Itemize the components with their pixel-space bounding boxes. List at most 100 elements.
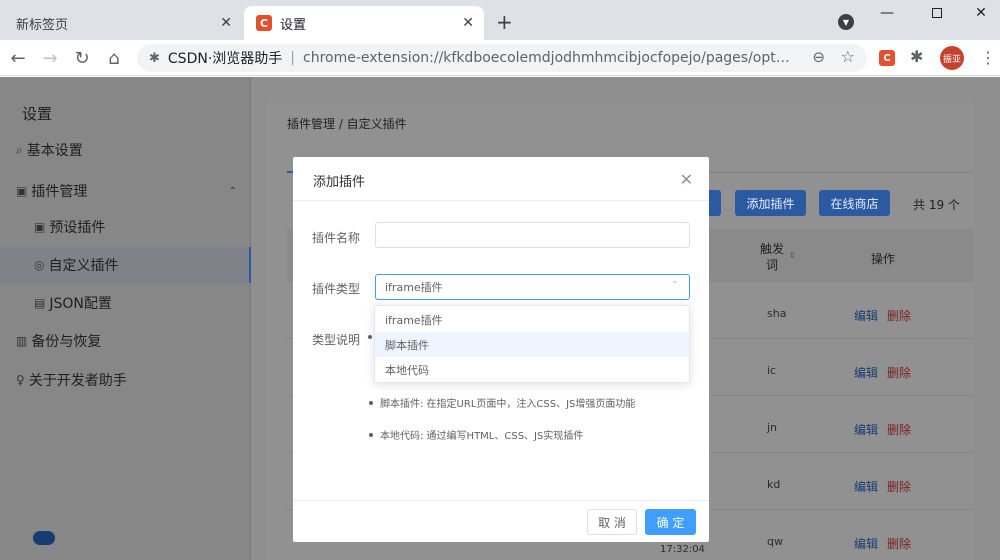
json-icon: ▤ [34, 296, 46, 310]
sidebar-item-label: 预设插件 [49, 220, 106, 236]
reload-icon[interactable]: ↻ [70, 46, 94, 70]
bulb-icon: ♀ [16, 373, 25, 387]
cancel-button[interactable]: 取 消 [587, 509, 637, 535]
bullet [368, 335, 372, 339]
row-time: 17:32:04 [660, 544, 705, 555]
close-icon[interactable]: ✕ [680, 170, 693, 189]
sidebar-item-about[interactable]: ♀ 关于开发者助手 [0, 362, 251, 398]
sidebar-item-basic-settings[interactable]: ⌕ 基本设置 [0, 132, 251, 168]
url-text: chrome-extension://kfkdboecolemdjodhmhmc… [303, 50, 793, 66]
delete-link[interactable]: 删除 [887, 307, 911, 324]
sidebar-item-label: JSON配置 [49, 296, 112, 312]
bookmark-star-icon[interactable]: ☆ [841, 47, 855, 66]
breadcrumb: 插件管理 / 自定义插件 [287, 117, 407, 131]
minimize-icon[interactable]: — [864, 2, 910, 24]
delete-link[interactable]: 删除 [887, 364, 911, 381]
home-icon[interactable]: ⌂ [102, 46, 126, 70]
plugin-icon: ▣ [16, 184, 28, 198]
sort-icon[interactable]: ⇕ [789, 251, 796, 260]
divider [293, 200, 709, 201]
edit-link[interactable]: 编辑 [854, 535, 878, 552]
sidebar-title: 设置 [22, 105, 53, 123]
zoom-icon[interactable]: ⊖ [812, 48, 825, 66]
preset-icon: ▣ [34, 220, 46, 234]
divider: | [290, 50, 295, 66]
csdn-favicon-icon: C [256, 15, 272, 31]
description-item: 本地代码: 通过编写HTML、CSS、JS实现插件 [369, 427, 689, 442]
plugin-name-input[interactable] [375, 222, 690, 248]
sidebar-item-backup-restore[interactable]: ▥ 备份与恢复 [0, 323, 251, 359]
maximize-icon[interactable] [914, 2, 960, 24]
tab-settings[interactable]: C 设置 ✕ [244, 6, 484, 40]
sidebar-item-preset-plugins[interactable]: ▣ 预设插件 [0, 209, 251, 245]
browser-toolbar: ← → ↻ ⌂ ✱ CSDN·浏览器助手 | chrome-extension:… [0, 40, 1000, 76]
extension-puzzle-icon: ✱ [149, 50, 160, 66]
globe-icon: ◎ [34, 258, 45, 272]
total-count: 共 19 个 [913, 198, 960, 212]
backup-icon: ▥ [16, 334, 28, 348]
add-plugin-button[interactable]: 添加插件 [735, 190, 806, 216]
chevron-up-icon: ⌃ [228, 185, 237, 197]
sidebar-item-custom-plugins[interactable]: ◎ 自定义插件 [0, 247, 251, 283]
table-row-trigger: kd [767, 478, 781, 491]
sidebar-item-label: 关于开发者助手 [28, 373, 127, 389]
edit-link[interactable]: 编辑 [854, 364, 878, 381]
dropdown-option[interactable]: iframe插件 [375, 307, 689, 332]
description-text: 脚本插件: 在指定URL页面中，注入CSS、JS增强页面功能 [380, 399, 636, 410]
divider [293, 500, 709, 501]
dropdown-option[interactable]: 本地代码 [375, 357, 689, 382]
sidebar-item-plugin-management[interactable]: ▣ 插件管理 ⌃ [0, 173, 251, 209]
csdn-extension-icon[interactable]: C [879, 50, 895, 66]
delete-link[interactable]: 删除 [887, 421, 911, 438]
tab-label: 新标签页 [16, 17, 69, 33]
address-bar[interactable]: ✱ CSDN·浏览器助手 | chrome-extension://kfkdbo… [137, 44, 867, 72]
description-item: 脚本插件: 在指定URL页面中，注入CSS、JS增强页面功能 [369, 395, 689, 410]
table-row-trigger: jn [767, 421, 778, 434]
chevron-up-icon: ⌃ [670, 280, 679, 291]
online-store-button[interactable]: 在线商店 [819, 190, 890, 216]
close-icon[interactable]: ✕ [462, 15, 474, 31]
tab-label: 设置 [280, 17, 307, 33]
plugin-type-select[interactable]: iframe插件 ⌃ [375, 274, 690, 300]
plugin-type-label: 插件类型 [312, 282, 361, 296]
select-value: iframe插件 [385, 281, 443, 294]
site-name: CSDN·浏览器助手 [167, 51, 283, 67]
sidebar-item-label: 自定义插件 [48, 258, 119, 274]
delete-link[interactable]: 删除 [887, 535, 911, 552]
table-row-trigger: qw [767, 535, 783, 548]
table-row-trigger: sha [767, 307, 787, 320]
forward-arrow-icon[interactable]: → [38, 46, 62, 70]
plugin-name-label: 插件名称 [312, 231, 361, 245]
delete-link[interactable]: 删除 [887, 478, 911, 495]
plugin-type-dropdown: iframe插件 脚本插件 本地代码 [374, 305, 690, 383]
back-arrow-icon[interactable]: ← [6, 46, 30, 70]
sidebar: 设置 ⌕ 基本设置 ▣ 插件管理 ⌃ ▣ 预设插件 ◎ 自定义插件 ▤ JSON… [0, 77, 251, 560]
enable-toggle[interactable] [33, 531, 55, 545]
column-trigger[interactable]: 触发词 [757, 241, 787, 273]
type-description-label: 类型说明 [312, 333, 361, 347]
avatar[interactable]: 振亚 [940, 46, 964, 70]
new-tab-plus-icon[interactable]: + [496, 10, 513, 34]
edit-link[interactable]: 编辑 [854, 421, 878, 438]
confirm-button[interactable]: 确 定 [645, 509, 696, 535]
edit-link[interactable]: 编辑 [854, 307, 878, 324]
column-trigger-label: 触发词 [759, 242, 784, 272]
dropdown-option[interactable]: 脚本插件 [375, 332, 689, 357]
search-icon: ⌕ [16, 142, 23, 157]
more-menu-icon[interactable]: ⋮ [980, 48, 996, 67]
extensions-puzzle-icon[interactable]: ✱ [910, 47, 923, 66]
window-close-icon[interactable]: ✕ [958, 2, 1000, 24]
tab-new-tab[interactable]: 新标签页 ✕ [0, 6, 242, 40]
table-row-trigger: ic [767, 364, 777, 377]
sidebar-item-json-config[interactable]: ▤ JSON配置 [0, 285, 251, 321]
dialog-title: 添加插件 [313, 175, 366, 190]
close-icon[interactable]: ✕ [220, 15, 232, 31]
sidebar-item-label: 插件管理 [31, 184, 88, 200]
tab-strip: 新标签页 ✕ C 设置 ✕ + ▼ — ✕ [0, 0, 1000, 40]
sidebar-item-label: 基本设置 [26, 143, 83, 159]
tab-search-chevron-icon[interactable]: ▼ [838, 14, 854, 30]
edit-link[interactable]: 编辑 [854, 478, 878, 495]
column-action: 操作 [871, 252, 896, 266]
description-text: 本地代码: 通过编写HTML、CSS、JS实现插件 [380, 431, 584, 442]
sidebar-item-label: 备份与恢复 [31, 334, 102, 350]
